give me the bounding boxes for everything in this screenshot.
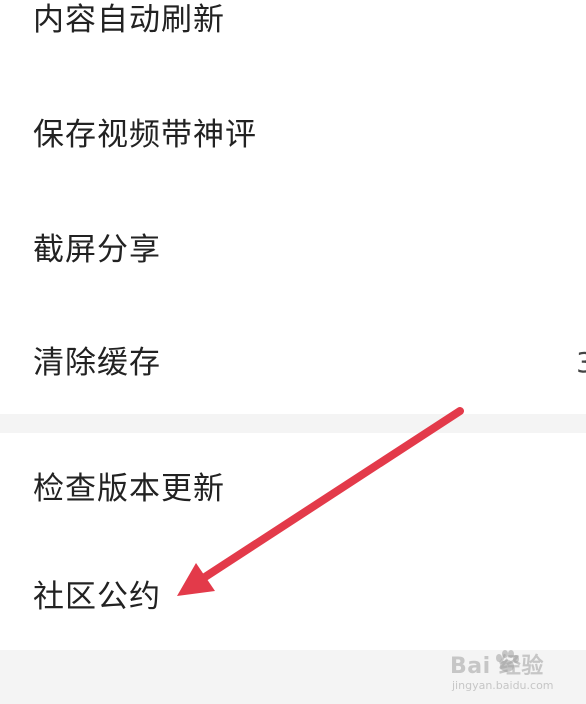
setting-label: 截屏分享: [33, 232, 161, 268]
settings-screen: 内容自动刷新 保存视频带神评 截屏分享 清除缓存 3 检查版本更新 社区公约 B…: [0, 0, 586, 704]
setting-save-video-with-comment[interactable]: 保存视频带神评: [0, 105, 586, 165]
setting-label: 社区公约: [33, 579, 161, 615]
setting-auto-refresh[interactable]: 内容自动刷新: [0, 0, 586, 50]
setting-label: 清除缓存: [33, 345, 161, 381]
setting-label: 内容自动刷新: [33, 2, 225, 38]
baidu-watermark: Bai 经验 jingyan.baidu.com: [450, 648, 580, 700]
setting-screenshot-share[interactable]: 截屏分享: [0, 220, 586, 280]
paw-icon: [496, 650, 519, 672]
watermark-url: jingyan.baidu.com: [452, 679, 554, 692]
setting-community-guidelines[interactable]: 社区公约: [0, 567, 586, 627]
settings-group-about: 检查版本更新 社区公约: [0, 433, 586, 650]
setting-check-update[interactable]: 检查版本更新: [0, 459, 586, 519]
setting-label: 保存视频带神评: [33, 117, 257, 153]
settings-group-general: 内容自动刷新 保存视频带神评 截屏分享 清除缓存 3: [0, 0, 586, 414]
cache-size-value: 3: [576, 346, 586, 379]
setting-label: 检查版本更新: [33, 471, 225, 507]
setting-clear-cache[interactable]: 清除缓存 3: [0, 333, 586, 393]
